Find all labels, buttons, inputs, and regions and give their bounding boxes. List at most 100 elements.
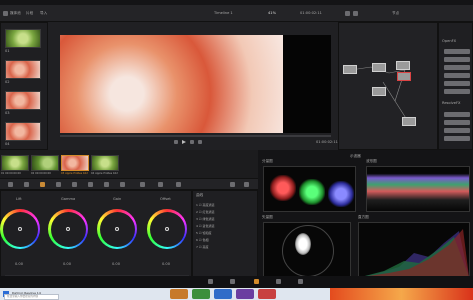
media-pool-icon[interactable]	[3, 11, 8, 16]
wheel-puck[interactable]	[165, 227, 169, 231]
play-button[interactable]	[182, 140, 186, 144]
channel-row[interactable]: 5 ☑ 饱和度	[196, 232, 212, 235]
offset-wheel[interactable]	[147, 209, 187, 249]
gallery-still-label: 01	[5, 49, 10, 53]
scopes-icon[interactable]	[230, 182, 235, 187]
channel-row[interactable]: 7 ☑ 亮度	[196, 246, 209, 249]
effect-thumb-icon[interactable]	[444, 73, 470, 78]
corrector-node[interactable]	[396, 61, 410, 70]
clip-strip: 01 00:00:00:00 02 00:00:00:00 03 Apple P…	[0, 150, 258, 178]
key-icon[interactable]	[140, 182, 145, 187]
blur-icon[interactable]	[120, 182, 125, 187]
sizing-icon[interactable]	[158, 182, 163, 187]
settings-icon[interactable]	[244, 182, 249, 187]
split-view-icon[interactable]	[345, 11, 350, 16]
effect-thumb-icon[interactable]	[444, 65, 470, 70]
wheel-puck[interactable]	[66, 227, 70, 231]
parade-scope	[263, 166, 356, 212]
taskbar-app-icon[interactable]	[258, 289, 276, 299]
nodes-label[interactable]: 节点	[392, 11, 399, 16]
tracker-icon[interactable]	[104, 182, 109, 187]
curves-panel: 曲线 1 ☑ 亮度通道 2 ☑ 红色通道 3 ☑ 绿色通道 4 ☑ 蓝色通道 5…	[192, 190, 258, 286]
gallery-still[interactable]	[5, 60, 41, 79]
edit-page-icon[interactable]	[230, 279, 235, 284]
effect-thumb-icon[interactable]	[444, 89, 470, 94]
viewer-image	[60, 35, 283, 133]
viewer-letterbox	[283, 35, 331, 133]
fairlight-page-icon[interactable]	[276, 279, 281, 284]
lift-wheel[interactable]	[0, 209, 40, 249]
3d-icon[interactable]	[176, 182, 181, 187]
gallery-still[interactable]	[5, 91, 41, 110]
highlight-icon[interactable]	[353, 11, 358, 16]
top-toolbar: 媒体池 片段 导入 Timeline 1 41% 01:00:02:11 节点	[0, 0, 473, 22]
effect-thumb-icon[interactable]	[444, 112, 470, 117]
loop-icon[interactable]	[198, 140, 202, 144]
taskbar-app-icon[interactable]	[214, 289, 232, 299]
scope-label: 分量图	[262, 159, 273, 163]
effect-thumb-icon[interactable]	[444, 57, 470, 62]
gamma-wheel[interactable]	[48, 209, 88, 249]
deliver-page-icon[interactable]	[298, 279, 303, 284]
gallery-still[interactable]	[5, 29, 41, 48]
color-match-icon[interactable]	[24, 182, 29, 187]
timeline-clip-selected[interactable]	[61, 155, 89, 171]
corrector-node[interactable]	[343, 65, 357, 74]
effects-section-openfx: OpenFX	[442, 39, 457, 43]
palette-toolbar	[0, 178, 258, 190]
scope-label: 直方图	[358, 215, 369, 219]
qualifier-icon[interactable]	[72, 182, 77, 187]
camera-raw-icon[interactable]	[8, 182, 13, 187]
gallery-still[interactable]	[5, 122, 41, 141]
histogram-curves	[361, 229, 469, 277]
taskbar-app-icon[interactable]	[192, 289, 210, 299]
timeline-clip[interactable]	[91, 155, 119, 171]
effect-thumb-icon[interactable]	[444, 49, 470, 54]
taskbar-app-icon[interactable]	[236, 289, 254, 299]
channel-row[interactable]: 2 ☑ 红色通道	[196, 211, 215, 214]
taskbar-app-icon[interactable]	[170, 289, 188, 299]
stop-icon[interactable]	[174, 140, 178, 144]
color-page-icon[interactable]	[254, 279, 259, 284]
media-page-icon[interactable]	[208, 279, 213, 284]
wheel-puck[interactable]	[18, 227, 22, 231]
corrector-node[interactable]	[372, 63, 386, 72]
channel-row[interactable]: 6 ☑ 色相	[196, 239, 209, 242]
wheel-value[interactable]: 0.00	[63, 262, 71, 267]
timeline-clip-label: 01 00:00:00:00	[1, 172, 21, 175]
channel-row[interactable]: 1 ☑ 亮度通道	[196, 204, 215, 207]
effect-thumb-icon[interactable]	[444, 120, 470, 125]
taskbar-search[interactable]: 在这里输入你要搜索的内容	[4, 294, 59, 300]
wheel-value[interactable]: 0.00	[112, 262, 120, 267]
corrector-node[interactable]	[372, 87, 386, 96]
effect-thumb-icon[interactable]	[444, 81, 470, 86]
timeline-clip[interactable]	[1, 155, 29, 171]
wheel-value[interactable]: 0.00	[15, 262, 23, 267]
scopes-panel: 示波器 分量图 波形图 矢量图 直方图	[258, 150, 473, 286]
gain-wheel[interactable]	[97, 209, 137, 249]
scope-label: 波形图	[366, 159, 377, 163]
toolbar-label-clips[interactable]: 片段	[26, 11, 33, 16]
effect-thumb-icon[interactable]	[444, 128, 470, 133]
next-frame-icon[interactable]	[190, 140, 194, 144]
corrector-node-active[interactable]	[397, 72, 411, 81]
toolbar-label-import[interactable]: 导入	[40, 11, 47, 16]
wheel-label: Offset	[160, 197, 171, 201]
viewer-scrubber[interactable]	[60, 135, 331, 137]
zoom-level[interactable]: 41%	[268, 11, 276, 16]
timeline-name[interactable]: Timeline 1	[214, 11, 233, 16]
window-icon[interactable]	[88, 182, 93, 187]
toolbar-label-media[interactable]: 媒体池	[10, 11, 21, 16]
curves-icon[interactable]	[56, 182, 61, 187]
color-wheels-icon[interactable]	[40, 182, 45, 187]
channel-row[interactable]: 4 ☑ 蓝色通道	[196, 225, 215, 228]
page-nav	[0, 276, 473, 288]
node-graph	[338, 22, 438, 150]
effect-thumb-icon[interactable]	[444, 136, 470, 141]
corrector-node[interactable]	[402, 117, 416, 126]
channel-row[interactable]: 3 ☑ 绿色通道	[196, 218, 215, 221]
wheel-label: Lift	[16, 197, 22, 201]
wheel-value[interactable]: 0.00	[162, 262, 170, 267]
timeline-clip[interactable]	[31, 155, 59, 171]
wheel-puck[interactable]	[115, 227, 119, 231]
